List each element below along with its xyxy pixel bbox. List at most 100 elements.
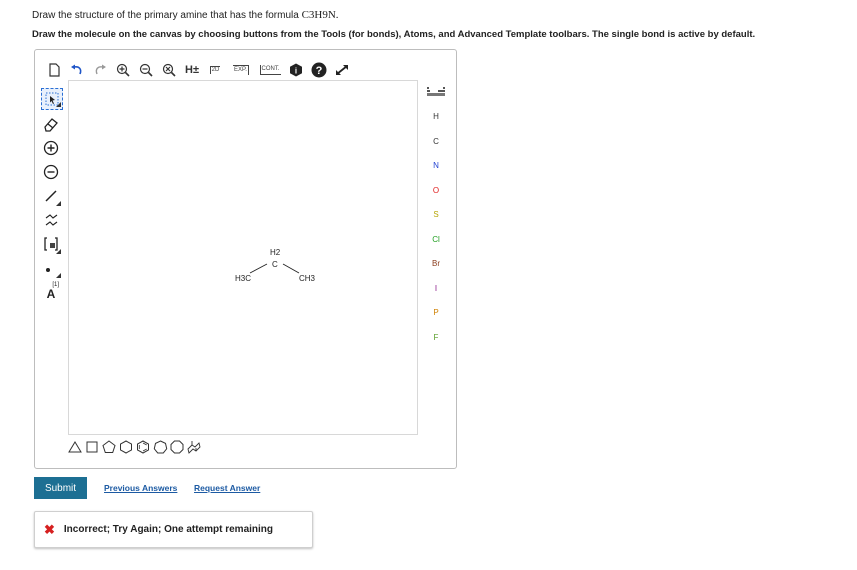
periodic-table-button[interactable] [423, 80, 449, 105]
expand-label: EXP. [233, 65, 249, 75]
cycloheptane-template[interactable] [152, 437, 168, 457]
question-instructions: Draw the molecule on the canvas by choos… [32, 29, 756, 40]
redo-button[interactable] [89, 59, 111, 81]
pentagon-icon [102, 440, 116, 453]
contract-button[interactable]: CONT. [256, 59, 284, 81]
atom-symbol: N [433, 161, 439, 171]
contract-label: CONT. [259, 65, 281, 75]
atom-button-c[interactable]: C [423, 129, 449, 154]
negative-charge-tool[interactable] [40, 160, 62, 184]
octagon-icon [170, 440, 184, 454]
cyclopentane-template[interactable] [101, 437, 117, 457]
atom-symbol: F [433, 332, 439, 342]
hexagon-icon [120, 440, 132, 454]
clear-canvas-button[interactable] [43, 59, 65, 81]
atom-button-h[interactable]: H [423, 105, 449, 130]
eraser-tool[interactable] [40, 112, 62, 136]
selection-tool[interactable] [41, 88, 63, 110]
benzene-template[interactable] [135, 437, 151, 457]
bond-right [282, 263, 300, 274]
molecule-structure: H3C C H2 CH3 [235, 248, 316, 283]
atom-button-br[interactable]: Br [423, 252, 449, 277]
atom-button-cl[interactable]: Cl [423, 227, 449, 252]
info-icon: i [290, 63, 302, 77]
help-label: ? [316, 65, 323, 77]
single-bond-tool[interactable] [40, 184, 62, 208]
drawing-canvas[interactable]: H3C C H2 CH3 [68, 80, 418, 435]
chain-tool[interactable] [40, 208, 62, 232]
atom-ch3-right: CH3 [299, 274, 316, 283]
cyclohexane-template[interactable] [118, 437, 134, 457]
cyclopropane-template[interactable] [67, 437, 83, 457]
atom-button-s[interactable]: S [423, 203, 449, 228]
clean-2d-button[interactable]: 2D [204, 59, 226, 81]
submit-button[interactable]: Submit [34, 477, 87, 499]
atom-symbol: P [433, 308, 439, 318]
atom-ch2-center: C [272, 260, 278, 269]
undo-icon [71, 64, 82, 75]
atom-symbol: Br [432, 259, 440, 269]
question-text: Draw the structure of the primary amine … [32, 10, 299, 21]
undo-button[interactable] [66, 59, 88, 81]
cyclooctane-template[interactable] [169, 437, 185, 457]
atom-button-p[interactable]: P [423, 301, 449, 326]
atom-button-f[interactable]: F [423, 325, 449, 350]
atom-label-a: A [46, 287, 56, 301]
eraser-icon [44, 118, 58, 132]
bond-left [249, 263, 268, 274]
help-button[interactable]: ? [308, 59, 330, 81]
feedback-text: Incorrect; Try Again; One attempt remain… [63, 524, 274, 535]
atom-symbol: I [434, 283, 438, 293]
bracket-tool[interactable] [40, 232, 62, 256]
chair-template[interactable] [186, 437, 202, 457]
heptagon-icon [153, 440, 167, 454]
tools-toolbar: A [1] [40, 86, 64, 304]
previous-answers-link[interactable]: Previous Answers [104, 483, 177, 493]
positive-charge-tool[interactable] [40, 136, 62, 160]
atom-symbol: H [433, 112, 439, 122]
zoom-in-button[interactable] [112, 59, 134, 81]
zoom-reset-button[interactable] [158, 59, 180, 81]
help-icon: ? [311, 62, 327, 78]
minus-charge-icon [43, 164, 59, 180]
fullscreen-icon [336, 65, 348, 75]
info-label: i [295, 67, 297, 76]
top-toolbar: H± 2D EXP. CONT. i ? [43, 59, 354, 81]
periodic-table-icon [427, 87, 445, 97]
atom-list: H C N O S Cl Br I P F [423, 105, 449, 350]
clean-2d-label: 2D [209, 66, 221, 74]
atom-symbol: O [432, 185, 440, 195]
redo-icon [95, 64, 106, 75]
document-icon [48, 63, 60, 77]
atom-label-tool[interactable]: A [1] [40, 280, 62, 304]
atom-symbol: C [433, 136, 439, 146]
atom-button-n[interactable]: N [423, 154, 449, 179]
incorrect-x-icon: ✖ [44, 521, 55, 537]
cyclobutane-template[interactable] [84, 437, 100, 457]
template-toolbar [67, 435, 203, 459]
atom-symbol: Cl [432, 234, 440, 244]
atom-symbol: S [433, 210, 439, 220]
chair-cyclohexane-icon [187, 441, 201, 454]
zoom-out-button[interactable] [135, 59, 157, 81]
fullscreen-button[interactable] [331, 59, 353, 81]
expand-button[interactable]: EXP. [227, 59, 255, 81]
molecular-formula: C3H9N. [301, 9, 339, 21]
add-remove-hydrogens-button[interactable]: H± [181, 59, 203, 81]
molecule-editor: H± 2D EXP. CONT. i ? A [1] H3C C H2 CH3 … [34, 49, 457, 469]
question-prompt: Draw the structure of the primary amine … [32, 9, 339, 21]
chain-icon [45, 214, 58, 226]
info-button[interactable]: i [285, 59, 307, 81]
atom-label-sup: [1] [52, 282, 59, 288]
feedback-box: ✖ Incorrect; Try Again; One attempt rema… [34, 511, 313, 548]
atom-button-i[interactable]: I [423, 276, 449, 301]
zoom-out-icon [139, 63, 153, 77]
atom-ch3-left: H3C [235, 274, 251, 283]
zoom-in-icon [116, 63, 130, 77]
atom-button-o[interactable]: O [423, 178, 449, 203]
radical-tool[interactable] [40, 256, 62, 280]
plus-charge-icon [43, 140, 59, 156]
zoom-reset-icon [162, 63, 176, 77]
benzene-icon [137, 440, 149, 454]
request-answer-link[interactable]: Request Answer [194, 483, 260, 493]
